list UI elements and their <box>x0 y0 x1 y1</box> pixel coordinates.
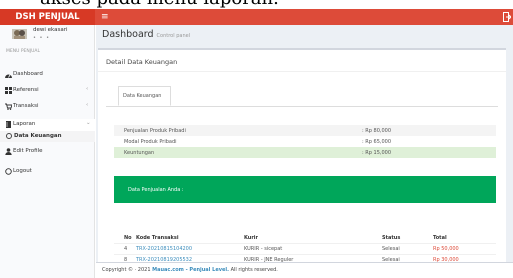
user-panel: dewi ekasari • • • <box>0 25 95 46</box>
sidebar-item-edit-profile[interactable]: Edit Profile <box>0 146 95 158</box>
sidebar-item-logout[interactable]: Logout <box>0 166 95 178</box>
cell-no: 4 <box>124 246 128 252</box>
user-icon <box>5 148 12 155</box>
user-name: dewi ekasari <box>33 27 68 33</box>
sidebar-item-label: Laporan <box>13 121 36 127</box>
column-header: Kurir <box>244 235 258 241</box>
book-icon <box>6 121 11 128</box>
circle-icon <box>6 133 12 139</box>
sidebar: dewi ekasari • • • MENU PENJUAL Dashboar… <box>0 25 95 278</box>
sidebar-item-transaksi[interactable]: Transaksi ‹ <box>0 101 95 113</box>
main-content: Dashboard Control panel Detail Data Keuan… <box>96 25 513 278</box>
footer-prefix: Copyright © · 2021 <box>102 267 151 273</box>
sidebar-item-label: Logout <box>13 168 32 174</box>
chevron-left-icon: ‹ <box>86 86 89 92</box>
top-caption-strip: akses pada menu laporan. <box>0 0 513 9</box>
sidebar-item-label: Dashboard <box>13 71 43 77</box>
user-status: • • • <box>33 35 51 41</box>
box-divider <box>98 71 506 72</box>
page-title-text: Dashboard <box>102 29 154 40</box>
top-caption-text: akses pada menu laporan. <box>40 0 279 9</box>
footer-brand-link[interactable]: Mauac.com - Penjual Level. <box>152 267 229 273</box>
box-title: Detail Data Keuangan <box>106 58 178 66</box>
sidebar-subitem-data-keuangan[interactable]: Data Keuangan <box>0 131 95 142</box>
footer: Copyright © · 2021 Mauac.com - Penjual L… <box>96 262 513 278</box>
sidebar-subitem-label: Data Keuangan <box>14 133 62 139</box>
summary-label: Keuntungan <box>124 150 155 156</box>
summary-row-profit: Keuntungan : Rp 15,000 <box>114 147 496 158</box>
grid-icon <box>5 87 12 94</box>
footer-suffix: All rights reserved. <box>230 267 278 273</box>
sidebar-item-label: Edit Profile <box>13 148 43 154</box>
tab-divider <box>106 106 498 107</box>
sidebar-item-laporan[interactable]: Laporan ⌄ <box>0 119 95 131</box>
sidebar-item-label: Transaksi <box>13 103 39 109</box>
logout-icon[interactable] <box>503 12 511 22</box>
menu-header: MENU PENJUAL <box>6 49 40 54</box>
cart-icon <box>5 103 12 110</box>
sidebar-item-referensi[interactable]: Referensi ‹ <box>0 85 95 97</box>
summary-label: Penjualan Produk Pribadi <box>124 128 186 134</box>
chevron-left-icon: ‹ <box>86 102 89 108</box>
summary-value: : Rp 15,000 <box>362 150 392 156</box>
footer-text: Copyright © · 2021 Mauac.com - Penjual L… <box>102 267 278 273</box>
top-header: DSH PENJUAL ≡ <box>0 9 513 25</box>
callout-text: Data Penjualan Anda : <box>128 187 184 193</box>
tab-panel: Data Keuangan Penjualan Produk Pribadi :… <box>106 76 498 263</box>
cell-kurir: KURIR - sicepat <box>244 246 283 252</box>
summary-value: : Rp 65,000 <box>362 139 392 145</box>
circle-icon <box>5 168 12 175</box>
table-row: 4 TRX-20210815104200 KURIR - sicepat Sel… <box>114 244 496 254</box>
tab-label: Data Keuangan <box>123 93 162 99</box>
column-header: No <box>124 235 132 241</box>
table-header: No Kode Transaksi Kurir Status Total <box>114 233 496 243</box>
summary-label: Modal Produk Pribadi <box>124 139 177 145</box>
column-header: Total <box>433 235 447 241</box>
hamburger-icon[interactable]: ≡ <box>101 9 111 25</box>
detail-box: Detail Data Keuangan Data Keuangan Penju… <box>98 48 506 264</box>
sidebar-item-dashboard[interactable]: Dashboard <box>0 69 95 81</box>
summary-row: Modal Produk Pribadi : Rp 65,000 <box>114 136 496 147</box>
column-header: Kode Transaksi <box>136 235 179 241</box>
summary-value: : Rp 80,000 <box>362 128 392 134</box>
transaction-link[interactable]: TRX-20210815104200 <box>136 246 192 252</box>
app-logo[interactable]: DSH PENJUAL <box>0 9 95 25</box>
sidebar-item-label: Referensi <box>13 87 39 93</box>
summary-row: Penjualan Produk Pribadi : Rp 80,000 <box>114 125 496 136</box>
dashboard-icon <box>5 73 12 78</box>
chevron-down-icon: ⌄ <box>86 120 91 126</box>
page-subtitle: Control panel <box>156 33 191 39</box>
sales-callout: Data Penjualan Anda : <box>114 176 496 203</box>
page-title: Dashboard Control panel <box>102 29 190 40</box>
avatar <box>12 29 27 39</box>
tab-data-keuangan[interactable]: Data Keuangan <box>118 86 171 106</box>
cell-status: Selesai <box>382 246 400 252</box>
column-header: Status <box>382 235 401 241</box>
cell-total: Rp 50,000 <box>433 246 459 252</box>
